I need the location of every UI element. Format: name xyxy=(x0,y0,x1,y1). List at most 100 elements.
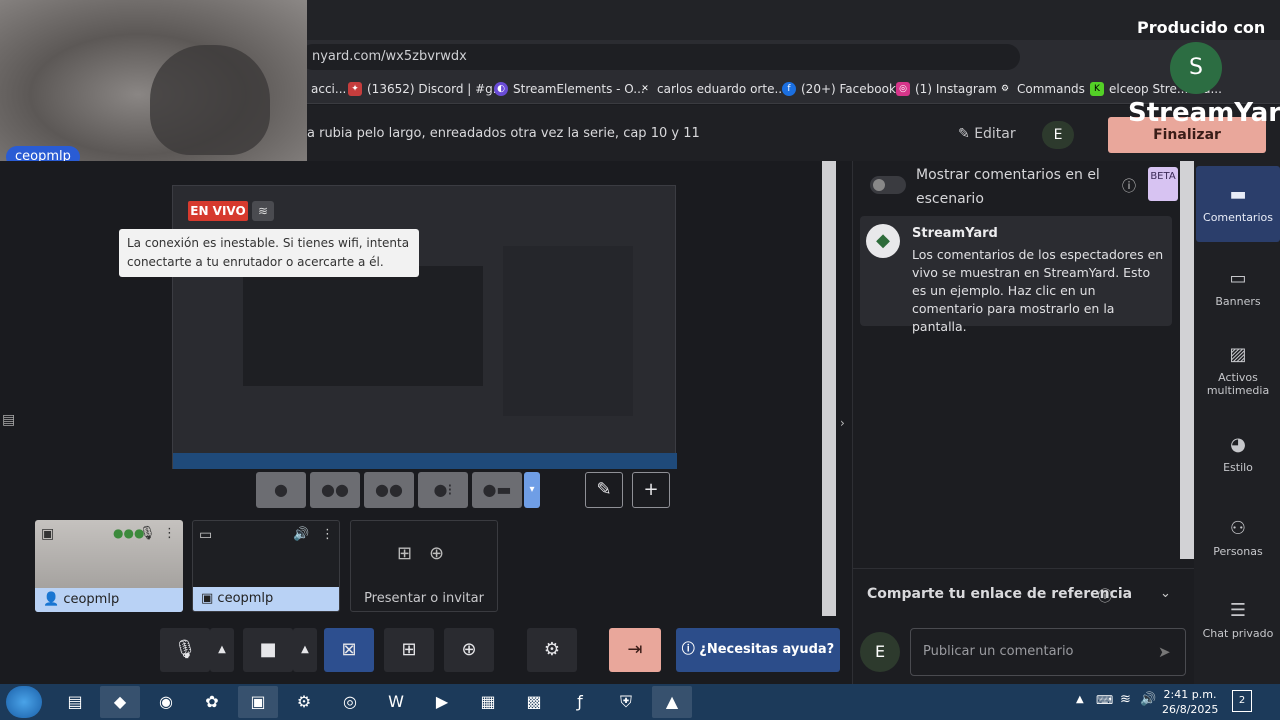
live-badge: EN VIVO xyxy=(188,201,248,221)
chevron-right-icon[interactable]: › xyxy=(840,416,845,430)
chevron-down-icon[interactable]: ⌄ xyxy=(1160,586,1171,601)
speaker-icon[interactable]: 🔊 xyxy=(293,527,309,542)
thumbnail-label: ▣ ceopmlp xyxy=(193,587,339,611)
comment-text: Los comentarios de los espectadores en v… xyxy=(912,247,1164,334)
sidebar-item-chat[interactable]: ☰ Chat privado xyxy=(1196,600,1280,640)
person-icon: 👤 xyxy=(43,592,64,607)
bookmark-item[interactable]: acci... xyxy=(306,82,346,96)
layout-group-button[interactable]: ●● xyxy=(310,472,360,508)
edit-button[interactable]: ✎ Editar xyxy=(958,126,1016,142)
layout-sidebar-button[interactable]: ●⁝ xyxy=(418,472,468,508)
participant-thumbnail[interactable]: ▣ ●●● 🎙 ⋮ 👤 ceopmlp xyxy=(35,520,183,612)
bookmark-item[interactable]: ✦ (13652) Discord | #g... xyxy=(348,82,504,96)
settings-button[interactable]: ⚙ xyxy=(527,628,577,672)
streamyard-duck-icon: ◆ xyxy=(866,224,900,258)
connection-tooltip: La conexión es inestable. Si tienes wifi… xyxy=(119,229,419,277)
bookmark-item[interactable]: ⚙ Commands xyxy=(998,82,1085,96)
app-taskbar-icon[interactable]: ▦ xyxy=(468,686,508,718)
person-icon: ● xyxy=(274,480,288,499)
add-layout-button[interactable]: + xyxy=(632,472,670,508)
commands-icon: ⚙ xyxy=(1000,84,1010,94)
kick-icon: K xyxy=(1090,82,1104,96)
camera-options-button[interactable]: ▲ xyxy=(293,628,317,672)
people-icon: ●● xyxy=(375,480,403,499)
mic-button[interactable]: 🎙 xyxy=(160,628,210,672)
screen-icon: ▣ xyxy=(201,591,218,606)
screen-icon: ▭ xyxy=(199,527,213,543)
sidebar-item-media[interactable]: ▨ Activos multimedia xyxy=(1196,344,1280,397)
shield-taskbar-icon[interactable]: ⛨ xyxy=(606,686,646,718)
brave-taskbar-icon[interactable]: ◆ xyxy=(100,686,140,718)
invite-button[interactable]: ⊕ xyxy=(444,628,494,672)
layout-screen-button[interactable]: ●▬ xyxy=(472,472,522,508)
streamyard-brand-text: StreamYard xyxy=(1128,98,1280,128)
layout-single-button[interactable]: ● xyxy=(256,472,306,508)
chevron-up-icon: ▲ xyxy=(301,644,309,655)
word-taskbar-icon[interactable]: W xyxy=(376,686,416,718)
wifi-tray-icon[interactable]: ≋ xyxy=(1120,692,1131,707)
chat-icon: ☰ xyxy=(1229,600,1247,621)
mic-icon: 🎙 xyxy=(173,639,197,660)
discord-icon: ✦ xyxy=(348,82,362,96)
comments-scrollbar[interactable] xyxy=(1180,161,1194,559)
show-comments-label: Mostrar comentarios en el escenario xyxy=(916,167,1100,207)
address-url[interactable]: nyard.com/wx5zbvrwdx xyxy=(312,49,467,64)
sidebar-item-estilo[interactable]: ◕ Estilo xyxy=(1196,434,1280,474)
chrome-taskbar-icon[interactable]: ◎ xyxy=(330,686,370,718)
tray-expand-icon[interactable]: ▲ xyxy=(1076,694,1084,705)
media-player-taskbar-icon[interactable]: ▶ xyxy=(422,686,462,718)
plus-icon: + xyxy=(643,479,659,500)
share-screen-button[interactable]: ⊞ xyxy=(384,628,434,672)
mic-icon[interactable]: 🎙 xyxy=(139,526,156,541)
layout-leader-button[interactable]: ●● xyxy=(364,472,414,508)
more-options-icon[interactable]: ⋮ xyxy=(163,526,176,541)
avatar[interactable]: E xyxy=(1042,121,1074,149)
tray-app-icon[interactable]: ⌨ xyxy=(1096,693,1113,707)
help-circle-icon[interactable]: ⓘ xyxy=(1122,176,1136,196)
app-taskbar-icon[interactable]: ✿ xyxy=(192,686,232,718)
help-button[interactable]: ⓘ ¿Necesitas ayuda? xyxy=(676,628,840,672)
layout-panel-icon[interactable]: ▤ xyxy=(2,412,15,428)
stage-scrollbar[interactable] xyxy=(822,161,836,616)
layout-more-button[interactable]: ▾ xyxy=(524,472,540,508)
app-taskbar-icon[interactable]: ▩ xyxy=(514,686,554,718)
start-button[interactable] xyxy=(6,686,42,718)
pencil-icon: ✎ xyxy=(596,479,612,500)
broadcast-title: a rubia pelo largo, enreadados otra vez … xyxy=(307,126,700,141)
bookmark-item[interactable]: ✕ carlos eduardo orte... xyxy=(638,82,786,96)
notifications-icon[interactable]: 2 xyxy=(1232,690,1252,712)
bookmark-item[interactable]: ◐ StreamElements - O... xyxy=(494,82,645,96)
sidebar-item-personas[interactable]: ⚇ Personas xyxy=(1196,518,1280,558)
camera-button[interactable]: ■ xyxy=(243,628,293,672)
bookmark-item[interactable]: ◎ (1) Instagram xyxy=(896,82,997,96)
mic-options-button[interactable]: ▲ xyxy=(210,628,234,672)
share-screen-icon: ⊞ xyxy=(401,639,417,660)
present-screen-icon: ⊞ xyxy=(397,543,413,564)
wifi-icon[interactable]: ≋ xyxy=(252,201,274,221)
bookmark-item[interactable]: f (20+) Facebook xyxy=(782,82,896,96)
volume-tray-icon[interactable]: 🔊 xyxy=(1140,692,1156,707)
settings-taskbar-icon[interactable]: ⚙ xyxy=(284,686,324,718)
explorer-taskbar-icon[interactable]: ▤ xyxy=(55,686,95,718)
sidebar-item-banners[interactable]: ▭ Banners xyxy=(1196,268,1280,308)
add-person-icon: ⊕ xyxy=(461,639,477,660)
sidebar-item-comentarios[interactable]: ▬ Comentarios xyxy=(1196,166,1280,242)
stop-share-button[interactable]: ⊠ xyxy=(324,628,374,672)
comment-input[interactable]: Publicar un comentario xyxy=(910,628,1186,676)
help-circle-icon[interactable]: ⓘ xyxy=(1098,586,1112,606)
screen-thumbnail[interactable]: ▭ 🔊 ⋮ ▣ ceopmlp xyxy=(192,520,340,612)
more-options-icon[interactable]: ⋮ xyxy=(321,527,334,542)
produced-with-text: Producido con xyxy=(1137,18,1266,37)
firefox-taskbar-icon[interactable]: ◉ xyxy=(146,686,186,718)
app-taskbar-icon[interactable]: ▣ xyxy=(238,686,278,718)
leave-studio-button[interactable]: ⇥ xyxy=(609,628,661,672)
send-icon[interactable]: ➤ xyxy=(1158,643,1171,661)
clock[interactable]: 2:41 p.m. 26/8/2025 xyxy=(1162,687,1218,717)
x-icon: ✕ xyxy=(641,84,649,94)
bookmark-item[interactable]: Kelceop Stre... xyxy=(1090,82,1188,96)
edit-layout-button[interactable]: ✎ xyxy=(585,472,623,508)
flash-taskbar-icon[interactable]: ƒ xyxy=(560,686,600,718)
people-icon: ●⁝ xyxy=(433,480,453,499)
vlc-taskbar-icon[interactable]: ▲ xyxy=(652,686,692,718)
show-comments-toggle[interactable] xyxy=(870,176,906,194)
